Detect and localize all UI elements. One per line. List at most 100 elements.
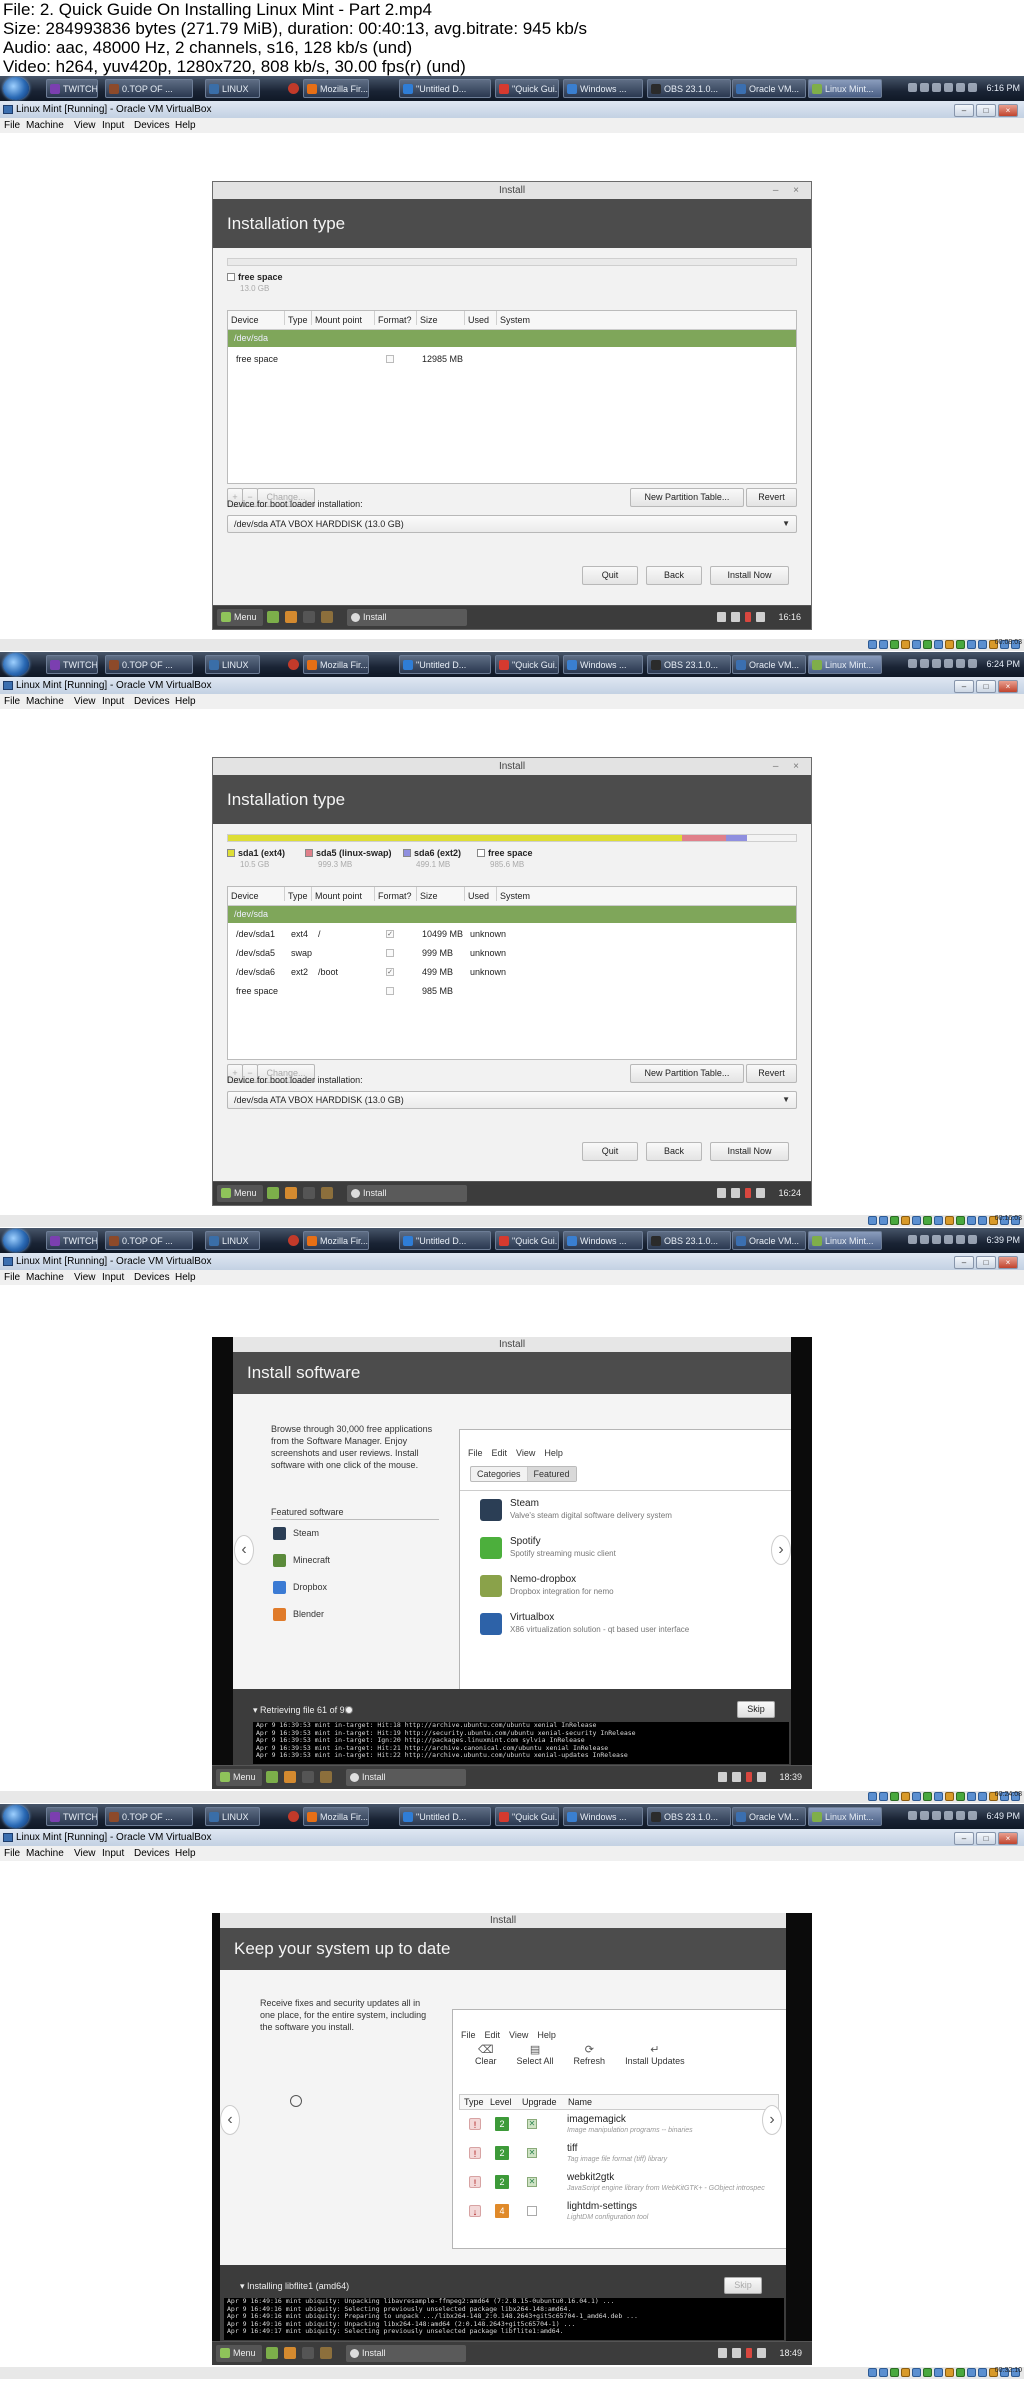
menu-help[interactable]: Help: [175, 1846, 196, 1861]
menu-view[interactable]: View: [74, 1846, 96, 1861]
taskbar-item[interactable]: 0.TOP OF ...: [105, 1807, 193, 1826]
column-header[interactable]: Device: [231, 311, 259, 329]
device-status-icon[interactable]: [901, 1792, 910, 1801]
taskbar-item[interactable]: "Quick Gui...: [495, 1807, 559, 1826]
quit-button[interactable]: Quit: [582, 1142, 638, 1161]
taskbar-item[interactable]: Mozilla Fir...: [303, 1231, 369, 1250]
device-status-icon[interactable]: [901, 640, 910, 649]
taskbar-item[interactable]: Linux Mint...: [808, 655, 882, 674]
quit-button[interactable]: Quit: [582, 566, 638, 585]
format-checkbox[interactable]: ✓: [386, 968, 394, 976]
column-header[interactable]: Format?: [378, 311, 412, 329]
taskbar-quick-icon[interactable]: [288, 1235, 299, 1246]
taskbar-item[interactable]: Oracle VM...: [732, 1807, 806, 1826]
menu-view[interactable]: View: [74, 694, 96, 709]
launcher-icon[interactable]: [321, 611, 333, 623]
vm-display[interactable]: Install – × Installation type free space 13.…: [0, 133, 1024, 639]
user-icon[interactable]: [718, 1772, 727, 1782]
install-now-button[interactable]: Install Now: [710, 566, 789, 585]
dialog-window-controls[interactable]: – ×: [773, 758, 805, 775]
device-status-icon[interactable]: [879, 640, 888, 649]
device-status-icon[interactable]: [890, 1216, 899, 1225]
taskbar-item[interactable]: 0.TOP OF ...: [105, 79, 193, 98]
partition-row[interactable]: /dev/sda6 ext2/boot ✓ 499 MB unknown: [228, 963, 796, 982]
tray-icon[interactable]: [932, 1235, 941, 1244]
revert-button[interactable]: Revert: [746, 1064, 797, 1083]
selected-disk-row[interactable]: /dev/sda: [228, 906, 796, 923]
menu-machine[interactable]: Machine: [26, 118, 64, 133]
format-checkbox[interactable]: [386, 987, 394, 995]
tray-icon[interactable]: [968, 1811, 977, 1820]
launcher-icon[interactable]: [267, 611, 279, 623]
network-icon[interactable]: [731, 612, 740, 622]
revert-button[interactable]: Revert: [746, 488, 797, 507]
taskbar-item[interactable]: Oracle VM...: [732, 79, 806, 98]
taskbar-item[interactable]: TWITCH: [46, 1807, 98, 1826]
device-status-icon[interactable]: [901, 2368, 910, 2377]
start-button-icon[interactable]: [3, 1805, 29, 1828]
taskbar-item[interactable]: OBS 23.1.0...: [647, 1231, 731, 1250]
taskbar-item[interactable]: Linux Mint...: [808, 1807, 882, 1826]
launcher-icon[interactable]: [320, 2347, 332, 2359]
device-status-icon[interactable]: [912, 640, 921, 649]
taskbar-item[interactable]: Linux Mint...: [808, 1231, 882, 1250]
launcher-icon[interactable]: [303, 1187, 315, 1199]
close-icon[interactable]: ×: [998, 680, 1018, 693]
taskbar-item[interactable]: "Untitled D...: [399, 1231, 491, 1250]
menu-input[interactable]: Input: [102, 694, 124, 709]
taskbar-item[interactable]: OBS 23.1.0...: [647, 655, 731, 674]
start-button-icon[interactable]: [3, 77, 29, 100]
user-icon[interactable]: [717, 1188, 726, 1198]
start-button-icon[interactable]: [3, 653, 29, 676]
taskbar-item[interactable]: Windows ...: [563, 79, 643, 98]
shield-icon[interactable]: [746, 2348, 752, 2358]
menu-machine[interactable]: Machine: [26, 1270, 64, 1285]
taskbar-item[interactable]: "Untitled D...: [399, 655, 491, 674]
format-checkbox[interactable]: [386, 355, 394, 363]
taskbar-item[interactable]: "Quick Gui...: [495, 1231, 559, 1250]
mint-task-install[interactable]: Install: [346, 2345, 466, 2362]
menu-file[interactable]: File: [4, 1270, 20, 1285]
user-icon[interactable]: [718, 2348, 727, 2358]
menu-help[interactable]: Help: [175, 118, 196, 133]
device-status-icon[interactable]: [879, 1216, 888, 1225]
launcher-icon[interactable]: [284, 1771, 296, 1783]
mint-task-install[interactable]: Install: [347, 1185, 467, 1202]
device-status-icon[interactable]: [890, 2368, 899, 2377]
minimize-icon[interactable]: –: [954, 1832, 974, 1845]
device-status-icon[interactable]: [868, 1216, 877, 1225]
tray-icon[interactable]: [968, 659, 977, 668]
tray-icon[interactable]: [932, 1811, 941, 1820]
menu-input[interactable]: Input: [102, 1846, 124, 1861]
network-icon[interactable]: [732, 1772, 741, 1782]
tray-icon[interactable]: [908, 1811, 917, 1820]
device-status-icon[interactable]: [879, 2368, 888, 2377]
expander-icon[interactable]: ▾: [240, 2281, 247, 2291]
mint-menu-button[interactable]: Menu: [217, 609, 263, 626]
column-header[interactable]: Size: [420, 311, 438, 329]
vm-display[interactable]: Install Keep your system up to date Receiv…: [0, 1861, 1024, 2367]
new-partition-table-button[interactable]: New Partition Table...: [630, 1064, 744, 1083]
taskbar-item[interactable]: Windows ...: [563, 1807, 643, 1826]
column-header[interactable]: Used: [468, 311, 489, 329]
launcher-icon[interactable]: [302, 1771, 314, 1783]
volume-icon[interactable]: [756, 1188, 765, 1198]
vm-display[interactable]: Install Install software Browse through 30…: [0, 1285, 1024, 1791]
menu-view[interactable]: View: [74, 1270, 96, 1285]
menu-input[interactable]: Input: [102, 118, 124, 133]
launcher-icon[interactable]: [303, 611, 315, 623]
mint-task-install[interactable]: Install: [347, 609, 467, 626]
taskbar-quick-icon[interactable]: [288, 1811, 299, 1822]
device-status-icon[interactable]: [890, 640, 899, 649]
device-status-icon[interactable]: [945, 2368, 954, 2377]
skip-button[interactable]: Skip: [737, 1701, 775, 1718]
boot-loader-select[interactable]: /dev/sda ATA VBOX HARDDISK (13.0 GB) ▼: [227, 515, 797, 533]
start-button-icon[interactable]: [3, 1229, 29, 1252]
column-header[interactable]: Device: [231, 887, 259, 905]
partition-row[interactable]: /dev/sda5 swap 999 MB unknown: [228, 944, 796, 963]
device-status-icon[interactable]: [956, 1792, 965, 1801]
taskbar-item[interactable]: LINUX: [205, 655, 260, 674]
device-status-icon[interactable]: [912, 1216, 921, 1225]
taskbar-quick-icon[interactable]: [288, 83, 299, 94]
device-status-icon[interactable]: [879, 1792, 888, 1801]
